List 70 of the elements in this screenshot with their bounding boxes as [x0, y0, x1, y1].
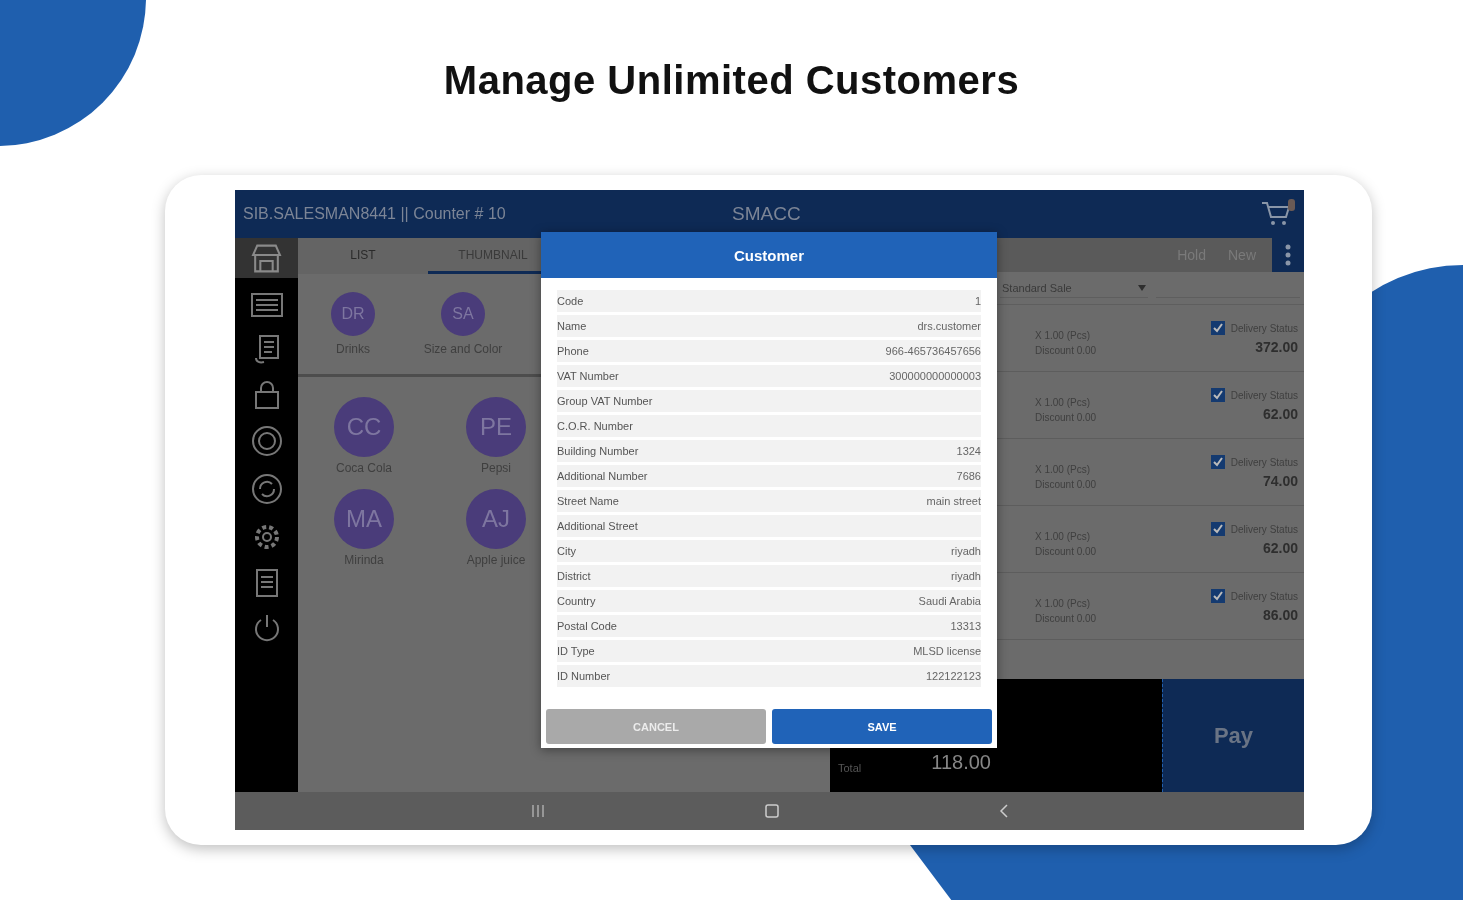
- field-value: riyadh: [951, 570, 981, 582]
- checkbox[interactable]: [1210, 388, 1225, 402]
- field-label: Additional Number: [557, 470, 648, 482]
- field-label: ID Number: [557, 670, 611, 682]
- refresh-icon[interactable]: [249, 472, 284, 506]
- home-icon[interactable]: [764, 804, 779, 818]
- field-label: District: [557, 570, 591, 582]
- field-value: Saudi Arabia: [918, 595, 981, 607]
- ring-icon[interactable]: [249, 424, 284, 458]
- field-value: 13313: [950, 620, 981, 632]
- field-label: Name: [557, 320, 587, 332]
- field-value: 7686: [956, 470, 981, 482]
- form-field[interactable]: Country Saudi Arabia: [557, 590, 981, 612]
- field-label: City: [557, 545, 576, 557]
- field-value: 122122123: [925, 670, 981, 682]
- form-field[interactable]: Group VAT Number: [557, 390, 981, 412]
- form-field[interactable]: Name drs.customer: [557, 315, 981, 337]
- field-value: 1: [974, 295, 981, 307]
- field-label: Country: [557, 595, 596, 607]
- field-label: Building Number: [557, 445, 639, 457]
- form-field[interactable]: ID Number 122122123: [557, 665, 981, 687]
- field-label: VAT Number: [557, 370, 619, 382]
- amount-text: 74.00: [1262, 473, 1298, 489]
- field-value: drs.customer: [917, 320, 981, 332]
- field-value: MLSD license: [913, 645, 981, 657]
- form-field[interactable]: Additional Number 7686: [557, 465, 981, 487]
- total-value: 118.00: [931, 751, 991, 774]
- form-field[interactable]: Postal Code 13313: [557, 615, 981, 637]
- field-value: 300000000000003: [889, 370, 981, 382]
- field-value: riyadh: [951, 545, 981, 557]
- app-title: SMACC: [732, 203, 801, 225]
- form-field[interactable]: Street Name main street: [557, 490, 981, 512]
- form-field[interactable]: C.O.R. Number: [557, 415, 981, 437]
- amount-text: 62.00: [1262, 540, 1298, 556]
- field-value: 966-465736457656: [885, 345, 981, 357]
- headline: Manage Unlimited Customers: [442, 58, 1021, 103]
- total-label: Total: [838, 762, 862, 774]
- amount-text: 372.00: [1255, 339, 1298, 355]
- checkbox[interactable]: [1210, 522, 1225, 536]
- form-field[interactable]: District riyadh: [557, 565, 981, 587]
- menu-icon[interactable]: [1284, 243, 1292, 267]
- field-label: C.O.R. Number: [557, 420, 633, 432]
- back-icon[interactable]: [998, 804, 1009, 818]
- field-label: Additional Street: [557, 520, 638, 532]
- form-field[interactable]: VAT Number 300000000000003: [557, 365, 981, 387]
- form-field[interactable]: Code 1: [557, 290, 981, 312]
- amount-text: 62.00: [1262, 406, 1298, 422]
- save-button[interactable]: SAVE: [772, 709, 992, 744]
- store-icon[interactable]: [235, 238, 298, 278]
- list-icon[interactable]: [249, 292, 284, 318]
- field-label: Postal Code: [557, 620, 617, 632]
- field-label: Group VAT Number: [557, 395, 653, 407]
- form-field[interactable]: City riyadh: [557, 540, 981, 562]
- field-value: 1324: [956, 445, 981, 457]
- form-field[interactable]: ID Type MLSD license: [557, 640, 981, 662]
- checkbox[interactable]: [1210, 589, 1225, 603]
- field-label: Phone: [557, 345, 589, 357]
- field-label: ID Type: [557, 645, 595, 657]
- field-label: Street Name: [557, 495, 619, 507]
- caret-icon: [1138, 284, 1146, 291]
- form-field[interactable]: Additional Street: [557, 515, 981, 537]
- field-label: Code: [557, 295, 584, 307]
- dialog-title: Customer: [541, 232, 997, 278]
- checkbox[interactable]: [1210, 455, 1225, 469]
- form-field[interactable]: Phone 966-465736457656: [557, 340, 981, 362]
- user-counter: SIB.SALESMAN8441 || Counter # 10: [243, 205, 506, 223]
- amount-text: 86.00: [1262, 607, 1298, 623]
- checkbox[interactable]: [1210, 321, 1225, 335]
- form-field[interactable]: Building Number 1324: [557, 440, 981, 462]
- field-value: main street: [926, 495, 981, 507]
